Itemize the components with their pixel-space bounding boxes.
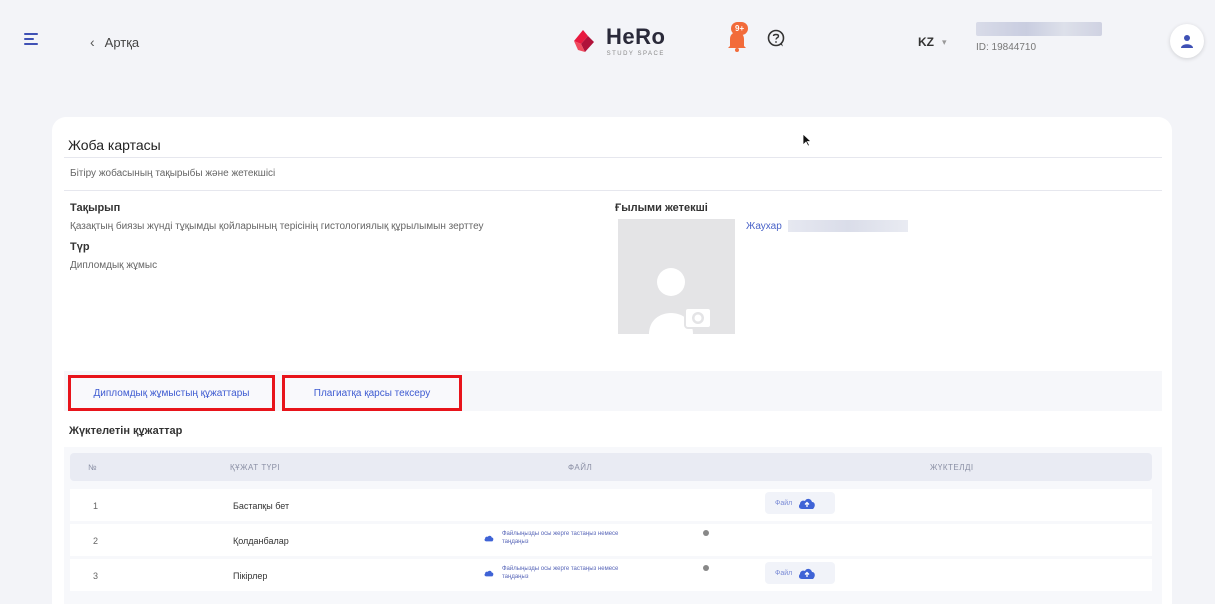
row-number: 2 [93, 536, 99, 546]
hero-logo-icon [574, 30, 594, 52]
user-icon [1181, 35, 1193, 48]
type-label: Түр [70, 241, 90, 253]
column-header-file: ФАЙЛ [568, 463, 593, 472]
supervisor-name[interactable]: Жаухар [746, 220, 908, 232]
cloud-upload-icon [799, 568, 816, 579]
table-row: 2 Қолданбалар Файлыңызды осы жерге таста… [70, 524, 1152, 556]
topic-label: Тақырып [70, 202, 121, 214]
row-number: 1 [93, 501, 99, 511]
project-card: Жоба картасы Бітіру жобасының тақырыбы ж… [52, 117, 1172, 604]
cloud-upload-icon [484, 535, 494, 542]
user-name-redacted [976, 22, 1102, 36]
table-row: 3 Пікірлер Файлыңызды осы жерге тастаңыз… [70, 559, 1152, 591]
row-number: 3 [93, 571, 99, 581]
cloud-upload-icon [484, 570, 494, 577]
type-value: Дипломдық жұмыс [70, 260, 158, 271]
logo-subtext: STUDY SPACE [606, 50, 665, 57]
top-bar: ‹ Артқа HeRo STUDY SPACE 9+ KZ ▾ ID: 198… [0, 0, 1215, 90]
tab-bar: Дипломдық жұмыстың құжаттары Плагиатқа қ… [64, 371, 1162, 411]
tab-plagiarism-check[interactable]: Плагиатқа қарсы тексеру [282, 375, 462, 411]
avatar[interactable] [1170, 24, 1204, 58]
mouse-cursor-icon [802, 133, 812, 147]
table-row: 1 Бастапқы бет Файл [70, 489, 1152, 521]
column-header-document-type: ҚҰЖАТ ТҮРІ [230, 463, 281, 472]
divider [64, 190, 1162, 191]
section-subtitle: Бітіру жобасының тақырыбы және жетекшісі [70, 168, 276, 179]
camera-user-icon [648, 268, 712, 334]
documents-title: Жүктелетін құжаттар [69, 425, 183, 437]
supervisor-surname-redacted [787, 220, 908, 232]
chevron-down-icon: ▾ [942, 36, 947, 47]
file-drop-zone[interactable]: Файлыңызды осы жерге тастаңыз немесе таң… [484, 565, 622, 581]
file-download-button[interactable]: Файл [765, 562, 835, 584]
menu-icon[interactable] [24, 33, 40, 47]
document-type: Бастапқы бет [233, 501, 290, 511]
tab-diploma-documents[interactable]: Дипломдық жұмыстың құжаттары [68, 375, 275, 411]
language-selector[interactable]: KZ ▾ [918, 35, 947, 49]
info-icon[interactable] [703, 565, 709, 571]
topic-value: Қазақтың биязы жүнді тұқымды қойларының … [70, 221, 484, 232]
column-header-number: № [88, 463, 98, 472]
divider [64, 157, 1162, 158]
file-button-label: Файл [775, 569, 793, 577]
back-button[interactable]: ‹ Артқа [90, 34, 139, 50]
user-info[interactable]: ID: 19844710 [976, 22, 1102, 53]
file-button-label: Файл [775, 499, 793, 507]
back-label: Артқа [104, 34, 140, 50]
drop-zone-text: Файлыңызды осы жерге тастаңыз немесе таң… [502, 566, 619, 580]
document-type: Қолданбалар [233, 536, 289, 546]
logo[interactable]: HeRo STUDY SPACE [566, 24, 665, 58]
language-label: KZ [918, 35, 934, 49]
file-drop-zone[interactable]: Файлыңызды осы жерге тастаңыз немесе таң… [484, 530, 622, 546]
user-id: ID: 19844710 [976, 42, 1037, 53]
drop-zone-text: Файлыңызды осы жерге тастаңыз немесе таң… [502, 531, 619, 545]
supervisor-photo-placeholder [618, 219, 735, 334]
table-header: № ҚҰЖАТ ТҮРІ ФАЙЛ ЖҮКТЕЛДІ [70, 453, 1152, 481]
column-header-uploaded: ЖҮКТЕЛДІ [930, 463, 974, 472]
documents-table: № ҚҰЖАТ ТҮРІ ФАЙЛ ЖҮКТЕЛДІ 1 Бастапқы бе… [64, 447, 1162, 604]
logo-text: HeRo [606, 23, 666, 49]
document-type: Пікірлер [233, 571, 268, 581]
info-icon[interactable] [703, 530, 709, 536]
file-download-button[interactable]: Файл [765, 492, 835, 514]
notification-badge: 9+ [731, 22, 749, 35]
card-title: Жоба картасы [68, 137, 161, 153]
help-chat-icon[interactable] [766, 28, 786, 48]
supervisor-first-name: Жаухар [746, 220, 782, 232]
supervisor-label: Ғылыми жетекші [615, 202, 708, 214]
chevron-left-icon: ‹ [90, 34, 95, 50]
cloud-upload-icon [799, 498, 816, 509]
